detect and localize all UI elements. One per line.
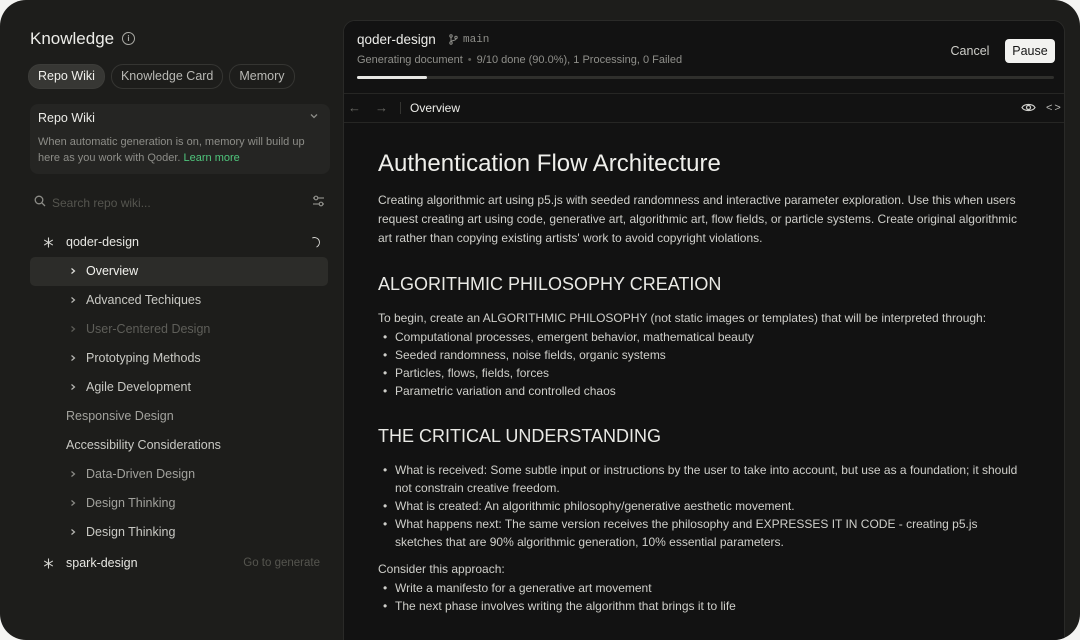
knowledge-tabs: Repo Wiki Knowledge Card Memory xyxy=(28,64,295,89)
repo-wiki-description-text: When automatic generation is on, memory … xyxy=(38,136,305,164)
repo-wiki-card-description: When automatic generation is on, memory … xyxy=(38,134,323,166)
git-branch-icon xyxy=(449,34,458,45)
tab-knowledge-card[interactable]: Knowledge Card xyxy=(110,64,224,89)
doc-title: Authentication Flow Architecture xyxy=(378,150,721,177)
list-item: What happens next: The same version rece… xyxy=(378,515,1028,551)
chevron-right-icon[interactable] xyxy=(70,471,76,477)
learn-more-link[interactable]: Learn more xyxy=(184,152,240,164)
tree-item-overview[interactable]: Overview xyxy=(30,257,328,286)
tree-root-label: qoder-design xyxy=(66,235,139,249)
tree-item-data-driven-design[interactable]: Data-Driven Design xyxy=(30,460,328,489)
list-item: Write a manifesto for a generative art m… xyxy=(378,579,1028,597)
nav-divider xyxy=(400,102,401,114)
section-1-text: To begin, create an ALGORITHMIC PHILOSOP… xyxy=(378,311,987,325)
status-label: Generating document xyxy=(357,54,463,66)
repo-wiki-card-title: Repo Wiki xyxy=(38,111,95,125)
search-input[interactable] xyxy=(50,192,294,214)
progress-fill xyxy=(357,76,427,79)
repo-wiki-tree: qoder-design Overview Advanced Techiques… xyxy=(30,228,328,578)
tree-item-label: Prototyping Methods xyxy=(86,351,201,365)
tree-item-label: Design Thinking xyxy=(86,525,176,539)
tab-memory[interactable]: Memory xyxy=(229,64,295,89)
tree-item-user-centered-design[interactable]: User-Centered Design xyxy=(30,315,328,344)
snowflake-icon xyxy=(44,558,53,569)
snowflake-icon xyxy=(44,237,53,248)
pause-button[interactable]: Pause xyxy=(1005,39,1055,63)
tree-item-accessibility-considerations[interactable]: Accessibility Considerations xyxy=(30,431,328,460)
tree-item-label: Design Thinking xyxy=(86,496,176,510)
doc-navbar: ← → Overview <> xyxy=(344,94,1064,123)
cancel-button[interactable]: Cancel xyxy=(942,39,998,63)
chevron-right-icon[interactable] xyxy=(70,384,76,390)
chevron-right-icon[interactable] xyxy=(70,268,76,274)
tree-item-design-thinking-2[interactable]: Design Thinking xyxy=(30,518,328,547)
project-name: qoder-design xyxy=(357,32,436,47)
tree-root-qoder-design[interactable]: qoder-design xyxy=(30,228,328,257)
document-content: Authentication Flow Architecture Creatin… xyxy=(378,149,1028,615)
filter-icon[interactable] xyxy=(312,195,325,207)
document-panel: qoder-design main Generating document • 9/… xyxy=(343,20,1065,640)
tree-item-responsive-design[interactable]: Responsive Design xyxy=(30,402,328,431)
doc-breadcrumb-title: Overview xyxy=(410,101,461,115)
tree-item-label: Overview xyxy=(86,264,139,278)
chevron-right-icon[interactable] xyxy=(70,297,76,303)
progress-bar xyxy=(357,76,1054,79)
eye-icon[interactable] xyxy=(1021,101,1036,114)
forward-arrow-icon[interactable]: → xyxy=(375,100,388,116)
list-item: What is received: Some subtle input or i… xyxy=(378,461,1028,497)
section-1-list: Computational processes, emergent behavi… xyxy=(378,328,1028,400)
search-icon xyxy=(34,195,46,207)
chevron-right-icon[interactable] xyxy=(70,326,76,332)
section-3-list: Write a manifesto for a generative art m… xyxy=(378,579,1028,615)
sidebar: Knowledge i Repo Wiki Knowledge Card Mem… xyxy=(0,0,342,619)
list-item: Seeded randomness, noise fields, organic… xyxy=(378,346,1028,364)
tree-item-design-thinking[interactable]: Design Thinking xyxy=(30,489,328,518)
chevron-right-icon[interactable] xyxy=(70,529,76,535)
tree-root-spark-design[interactable]: spark-design Go to generate xyxy=(30,549,328,578)
branch-name: main xyxy=(463,34,490,46)
tree-item-label: User-Centered Design xyxy=(86,322,211,336)
tree-item-label: Accessibility Considerations xyxy=(66,438,221,452)
tree-item-label: Responsive Design xyxy=(66,409,174,423)
section-3-text: Consider this approach: xyxy=(378,562,505,576)
tree-item-advanced-techiques[interactable]: Advanced Techiques xyxy=(30,286,328,315)
back-arrow-icon[interactable]: ← xyxy=(348,100,361,116)
go-to-generate-link[interactable]: Go to generate xyxy=(243,549,320,578)
generation-status: Generating document • 9/10 done (90.0%), 1… xyxy=(357,54,683,66)
tree-item-label: Advanced Techiques xyxy=(86,293,202,307)
section-2-list: What is received: Some subtle input or i… xyxy=(378,461,1028,551)
list-item: What is created: An algorithmic philosop… xyxy=(378,497,1028,515)
chevron-right-icon[interactable] xyxy=(70,500,76,506)
repo-wiki-card: Repo Wiki When automatic generation is o… xyxy=(30,104,330,174)
generation-header: qoder-design main Generating document • 9/… xyxy=(344,21,1064,94)
code-icon[interactable]: <> xyxy=(1046,101,1063,115)
sidebar-title: Knowledge xyxy=(30,29,115,48)
tree-root-label: spark-design xyxy=(66,556,138,570)
list-item: Computational processes, emergent behavi… xyxy=(378,328,1028,346)
doc-intro: Creating algorithmic art using p5.js wit… xyxy=(378,193,1017,245)
tree-item-label: Data-Driven Design xyxy=(86,467,196,481)
chevron-right-icon[interactable] xyxy=(70,355,76,361)
app-window: Knowledge i Repo Wiki Knowledge Card Mem… xyxy=(0,0,1080,640)
info-icon[interactable]: i xyxy=(122,32,135,45)
chevron-down-icon[interactable] xyxy=(310,112,318,120)
tree-item-agile-development[interactable]: Agile Development xyxy=(30,373,328,402)
list-item: Particles, flows, fields, forces xyxy=(378,364,1028,382)
section-heading-2: THE CRITICAL UNDERSTANDING xyxy=(378,426,662,446)
tree-item-label: Agile Development xyxy=(86,380,191,394)
search-bar xyxy=(32,192,327,214)
list-item: The next phase involves writing the algo… xyxy=(378,597,1028,615)
tree-item-prototyping-methods[interactable]: Prototyping Methods xyxy=(30,344,328,373)
section-heading-1: ALGORITHMIC PHILOSOPHY CREATION xyxy=(378,274,722,294)
loading-spinner-icon xyxy=(307,235,322,250)
status-detail: 9/10 done (90.0%), 1 Processing, 0 Faile… xyxy=(476,54,683,66)
tab-repo-wiki[interactable]: Repo Wiki xyxy=(28,64,105,89)
list-item: Parametric variation and controlled chao… xyxy=(378,382,1028,400)
